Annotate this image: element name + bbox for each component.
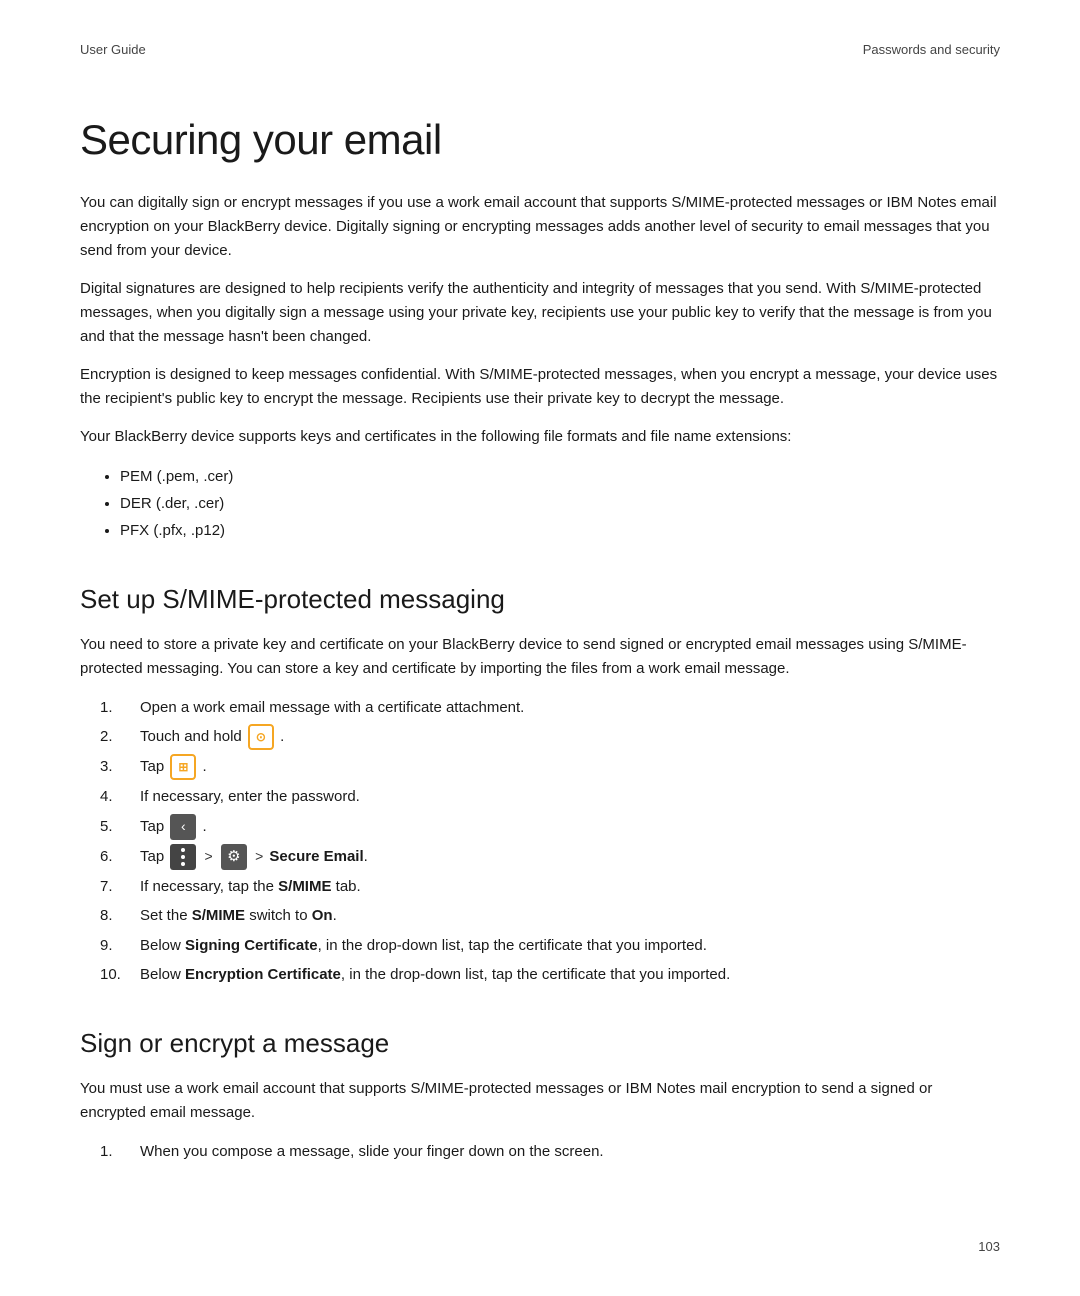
list-item: PFX (.pfx, .p12)	[120, 517, 1000, 544]
step-6: 6. Tap > ⚙ > Secure Email.	[80, 844, 1000, 870]
menu-dots-icon	[170, 844, 196, 870]
header-right: Passwords and security	[863, 40, 1000, 60]
back-arrow-icon: ‹	[170, 814, 196, 840]
step-5: 5. Tap ‹ .	[80, 814, 1000, 840]
step-2-1: 1. When you compose a message, slide you…	[80, 1139, 1000, 1165]
page-title: Securing your email	[80, 108, 1000, 171]
step-7: 7. If necessary, tap the S/MIME tab.	[80, 874, 1000, 900]
intro-para-4: Your BlackBerry device supports keys and…	[80, 425, 1000, 449]
section2-title: Sign or encrypt a message	[80, 1024, 1000, 1063]
page-header: User Guide Passwords and security	[80, 40, 1000, 60]
list-item: PEM (.pem, .cer)	[120, 463, 1000, 490]
save-icon: ⊞	[170, 754, 196, 780]
step-3: 3. Tap ⊞ .	[80, 754, 1000, 780]
intro-para-1: You can digitally sign or encrypt messag…	[80, 191, 1000, 263]
step-9: 9. Below Signing Certificate, in the dro…	[80, 933, 1000, 959]
settings-gear-icon: ⚙	[221, 844, 247, 870]
section1-intro: You need to store a private key and cert…	[80, 633, 1000, 681]
step-8: 8. Set the S/MIME switch to On.	[80, 903, 1000, 929]
section2-steps: 1. When you compose a message, slide you…	[80, 1139, 1000, 1165]
step-10: 10. Below Encryption Certificate, in the…	[80, 962, 1000, 988]
intro-para-2: Digital signatures are designed to help …	[80, 277, 1000, 349]
separator: >	[205, 848, 213, 864]
secure-email-label: Secure Email	[269, 848, 363, 865]
intro-para-3: Encryption is designed to keep messages …	[80, 363, 1000, 411]
step-1: 1. Open a work email message with a cert…	[80, 695, 1000, 721]
header-left: User Guide	[80, 40, 146, 60]
list-item: DER (.der, .cer)	[120, 490, 1000, 517]
separator: >	[255, 848, 263, 864]
page: User Guide Passwords and security Securi…	[0, 0, 1080, 1296]
section1-steps: 1. Open a work email message with a cert…	[80, 695, 1000, 988]
section2-intro: You must use a work email account that s…	[80, 1077, 1000, 1125]
step-2: 2. Touch and hold ⊙ .	[80, 724, 1000, 750]
file-formats-list: PEM (.pem, .cer) DER (.der, .cer) PFX (.…	[120, 463, 1000, 544]
page-number: 103	[978, 1237, 1000, 1257]
section1-title: Set up S/MIME-protected messaging	[80, 580, 1000, 619]
step-4: 4. If necessary, enter the password.	[80, 784, 1000, 810]
attachment-icon: ⊙	[248, 724, 274, 750]
